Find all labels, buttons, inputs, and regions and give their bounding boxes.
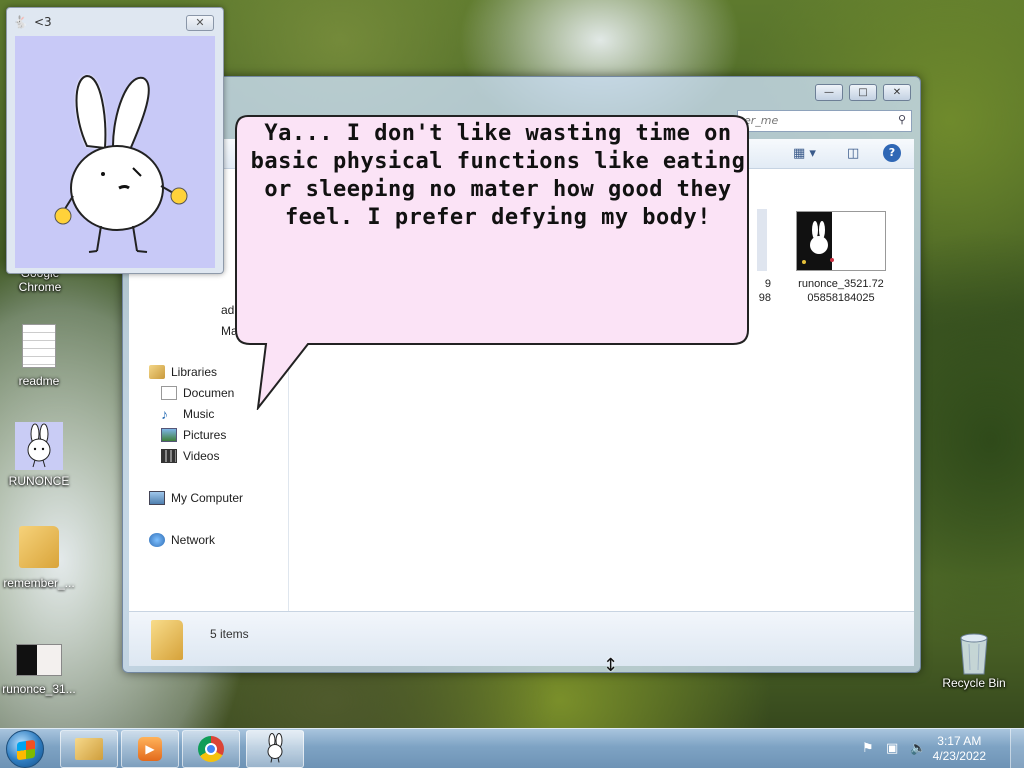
clock-time: 3:17 AM (937, 734, 982, 748)
bunny-app-icon: 🐇 (13, 15, 28, 29)
speech-bubble: Ya... I don't like wasting time on basic… (235, 110, 758, 410)
desktop-icon-readme[interactable]: readme (1, 324, 77, 388)
folder-icon (19, 526, 59, 568)
preview-pane-icon[interactable]: ◫ (847, 146, 859, 161)
taskbar: ▶ ⚑ ▣ 🔈 3:17 AM 4/23/2022 (0, 728, 1024, 768)
taskbar-chrome[interactable] (182, 730, 240, 768)
pet-window-title: <3 (33, 15, 52, 29)
close-button[interactable]: ✕ (883, 84, 911, 101)
nav-documents[interactable]: Documen (161, 386, 234, 400)
nav-music[interactable]: ♪ Music (161, 407, 214, 421)
taskbar-runonce[interactable] (246, 730, 304, 768)
taskbar-media-player[interactable]: ▶ (121, 730, 179, 768)
desktop-icon-runonce[interactable]: RUNONCE (1, 422, 77, 488)
volume-icon[interactable]: 🔈 (910, 741, 926, 756)
minimize-button[interactable]: — (815, 84, 843, 101)
chrome-icon (198, 736, 224, 762)
folder-icon (151, 620, 183, 660)
desktop-icon-recycle-bin[interactable]: Recycle Bin (936, 630, 1012, 690)
network-status-icon[interactable]: ▣ (886, 741, 898, 756)
file-item-runonce[interactable]: runonce_3521.72 05858184025 (789, 211, 893, 305)
media-player-icon: ▶ (138, 737, 162, 761)
pet-close-button[interactable]: ✕ (186, 15, 214, 31)
resize-cursor-icon: ↕ (603, 655, 619, 676)
taskbar-explorer[interactable] (60, 730, 118, 768)
nav-videos[interactable]: Videos (161, 449, 219, 463)
help-icon[interactable]: ? (883, 144, 901, 162)
show-desktop-button[interactable] (1010, 729, 1024, 768)
nav-libraries[interactable]: Libraries (149, 365, 217, 379)
remember-icon-label: remember_... (3, 576, 75, 590)
folder-icon (75, 738, 103, 760)
recycle-bin-icon (957, 630, 991, 676)
desktop-icon-remember-folder[interactable]: remember_... (1, 526, 77, 590)
bunny-icon (262, 733, 288, 766)
image-thumbnail-icon (16, 644, 62, 676)
nav-network[interactable]: Network (149, 533, 215, 547)
search-icon: ⚲ (897, 113, 906, 126)
item-count: 5 items (210, 627, 249, 641)
pictures-icon (161, 428, 177, 442)
clock-date: 4/23/2022 (932, 749, 986, 763)
desktop-icon-runonce-image[interactable]: runonce_31... (1, 644, 77, 696)
maximize-button[interactable]: □ (849, 84, 877, 101)
view-options-icon[interactable]: ▦ ▾ (793, 146, 816, 161)
music-icon: ♪ (161, 406, 168, 422)
readme-icon-label: readme (18, 374, 60, 388)
pet-window[interactable]: 🐇 <3 ✕ (6, 7, 224, 274)
file-thumbnail (796, 211, 886, 271)
nav-my-computer[interactable]: My Computer (149, 491, 243, 505)
status-bar: 5 items (129, 611, 914, 666)
network-icon (149, 533, 165, 547)
speech-bubble-text: Ya... I don't like wasting time on basic… (250, 121, 746, 230)
start-button[interactable] (6, 730, 44, 768)
windows-logo-icon (17, 739, 35, 761)
computer-icon (149, 491, 165, 505)
bunny-character (54, 74, 188, 253)
runonce-image-icon-label: runonce_31... (2, 682, 76, 696)
nav-pictures[interactable]: Pictures (161, 428, 226, 442)
recycle-bin-label: Recycle Bin (942, 676, 1006, 690)
videos-icon (161, 449, 177, 463)
libraries-icon (149, 365, 165, 379)
document-icon (22, 324, 56, 368)
system-tray: ⚑ ▣ 🔈 3:17 AM 4/23/2022 (860, 729, 1024, 768)
action-center-flag-icon[interactable]: ⚑ (862, 741, 874, 756)
documents-icon (161, 386, 177, 400)
clock[interactable]: 3:17 AM 4/23/2022 (933, 734, 986, 764)
bunny-icon (15, 422, 63, 470)
runonce-icon-label: RUNONCE (8, 474, 70, 488)
pet-canvas[interactable] (15, 36, 215, 268)
